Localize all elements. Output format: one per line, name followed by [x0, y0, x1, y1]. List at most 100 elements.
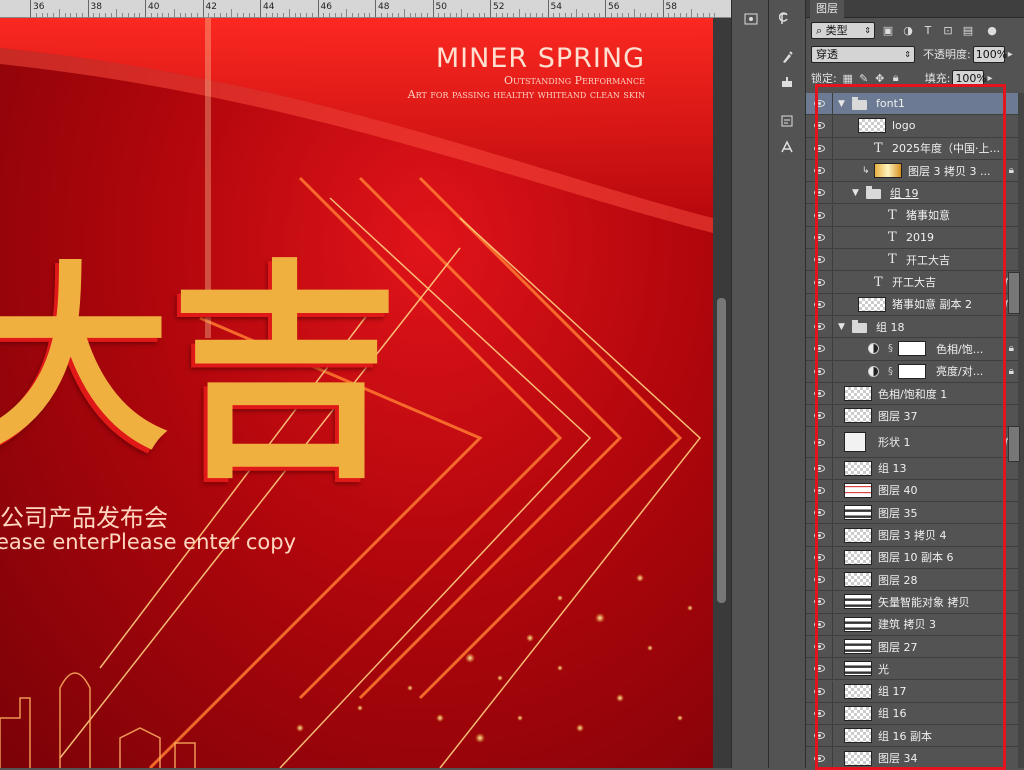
canvas-scroll-thumb[interactable] [717, 298, 726, 603]
document-canvas-area[interactable]: 36 38 40 42 44 46 48 50 52 54 56 58 MINE… [0, 0, 731, 768]
layer-group-row[interactable]: ▼ 组 18 [806, 316, 1018, 339]
visibility-toggle[interactable] [806, 405, 833, 427]
layer-row[interactable]: T 开工大吉 [806, 249, 1018, 272]
layer-row[interactable]: 形状 1fx [806, 427, 1018, 458]
layer-name[interactable]: 图层 34 [878, 750, 918, 766]
layer-name[interactable]: 形状 1 [878, 434, 911, 450]
visibility-toggle[interactable] [806, 479, 833, 502]
layer-row[interactable]: T开工大吉fx [806, 271, 1018, 294]
visibility-toggle[interactable] [806, 93, 833, 115]
visibility-toggle[interactable] [806, 569, 833, 591]
layer-name[interactable]: 色相/饱... [936, 341, 983, 357]
filter-type-icon[interactable]: T [921, 23, 935, 37]
layer-row[interactable]: 组 17 [806, 680, 1018, 703]
layer-name[interactable]: font1 [876, 97, 905, 110]
filter-pixel-icon[interactable]: ▣ [881, 23, 895, 37]
layer-name[interactable]: 矢量智能对象 拷贝 [878, 594, 970, 610]
layer-name[interactable]: 组 17 [878, 683, 907, 699]
opacity-slider-arrow-icon[interactable]: ▸ [1008, 49, 1013, 60]
chevron-down-icon[interactable]: ▼ [838, 322, 845, 332]
lock-all-icon[interactable]: 🔒︎ [889, 71, 903, 85]
chevron-down-icon[interactable]: ▼ [838, 99, 845, 109]
layer-name[interactable]: 2019 [906, 231, 934, 244]
layer-list-scroll-thumb-lower[interactable] [1008, 426, 1020, 462]
history-panel-icon[interactable] [776, 8, 798, 30]
layer-list[interactable]: ▼ font1 logo T 2025年度（中国·上... ↳ 图层 3 拷贝 3 ... 🔒… [806, 93, 1018, 768]
visibility-toggle[interactable] [806, 382, 833, 405]
filter-toggle-icon[interactable]: ● [985, 23, 999, 37]
layer-row[interactable]: 图层 27 [806, 635, 1018, 659]
lock-transparent-pixels-icon[interactable]: ▦ [841, 71, 855, 85]
layer-row[interactable]: 图层 35 [806, 502, 1018, 525]
visibility-toggle[interactable] [806, 524, 833, 546]
layer-name[interactable]: 图层 28 [878, 572, 918, 588]
visibility-toggle[interactable] [806, 293, 833, 315]
layer-row[interactable]: 图层 34 [806, 747, 1018, 768]
visibility-toggle[interactable] [806, 316, 833, 338]
layer-group-row[interactable]: ▼ 组 19 [806, 182, 1018, 205]
layer-row[interactable]: 组 13 [806, 457, 1018, 480]
layer-name[interactable]: 亮度/对... [936, 363, 983, 379]
layer-name[interactable]: 2025年度（中国·上... [892, 140, 1000, 156]
layer-row[interactable]: 建筑 拷贝 3 [806, 613, 1018, 636]
layer-name[interactable]: 图层 10 副本 6 [878, 549, 954, 565]
layer-name[interactable]: 开工大吉 [892, 274, 936, 290]
layer-mask-thumbnail[interactable] [898, 341, 926, 357]
chevron-down-icon[interactable]: ▼ [852, 188, 859, 198]
layer-row[interactable]: 图层 28 [806, 569, 1018, 592]
opacity-input[interactable]: 100% [972, 45, 1007, 63]
visibility-toggle[interactable] [806, 725, 833, 747]
visibility-toggle[interactable] [806, 680, 833, 702]
layer-row[interactable]: § 亮度/对... 🔒︎ [806, 360, 1018, 383]
visibility-toggle[interactable] [806, 658, 833, 680]
layer-row[interactable]: logo [806, 115, 1018, 138]
layer-row[interactable]: 图层 37 [806, 405, 1018, 428]
visibility-toggle[interactable] [806, 457, 833, 479]
visibility-toggle[interactable] [806, 249, 833, 271]
blend-mode-dropdown[interactable]: 穿透 ⇕ [811, 45, 915, 63]
layer-name[interactable]: 组 19 [890, 185, 919, 201]
visibility-toggle[interactable] [806, 502, 833, 524]
layer-mask-thumbnail[interactable] [898, 363, 926, 379]
layer-name[interactable]: 图层 40 [878, 482, 918, 498]
fill-input[interactable]: 100% [952, 69, 987, 87]
layer-row[interactable]: 色相/饱和度 1 [806, 382, 1018, 406]
layer-name[interactable]: 色相/饱和度 1 [878, 386, 947, 402]
fill-slider-arrow-icon[interactable]: ▸ [987, 73, 992, 84]
layer-row[interactable]: § 色相/饱... 🔒︎ [806, 338, 1018, 361]
visibility-toggle[interactable] [806, 635, 833, 658]
visibility-toggle[interactable] [806, 702, 833, 725]
lock-position-icon[interactable]: ✥ [873, 71, 887, 85]
layer-name[interactable]: 组 16 [878, 705, 907, 721]
layer-row[interactable]: T 2025年度（中国·上... [806, 137, 1018, 160]
layer-row[interactable]: 图层 3 拷贝 4 [806, 524, 1018, 547]
layer-row[interactable]: 矢量智能对象 拷贝 [806, 591, 1018, 614]
canvas-vertical-scrollbar[interactable] [713, 18, 731, 768]
visibility-toggle[interactable] [806, 204, 833, 226]
filter-shape-icon[interactable]: ⊡ [941, 23, 955, 37]
visibility-toggle[interactable] [806, 226, 833, 249]
visibility-toggle[interactable] [806, 182, 833, 204]
layer-row[interactable]: ↳ 图层 3 拷贝 3 ... 🔒︎ [806, 159, 1018, 183]
layer-name[interactable]: 猪事如意 [906, 207, 950, 223]
visibility-toggle[interactable] [806, 271, 833, 293]
visibility-toggle[interactable] [806, 338, 833, 360]
layer-name[interactable]: 图层 37 [878, 408, 918, 424]
visibility-toggle[interactable] [806, 427, 833, 457]
character-panel-icon[interactable] [776, 136, 798, 158]
visibility-toggle[interactable] [806, 360, 833, 382]
layer-row[interactable]: 图层 40 [806, 479, 1018, 503]
brush-presets-icon[interactable] [776, 46, 798, 68]
poster-artboard[interactable]: MINER SPRING Outstanding Performance Art… [0, 18, 713, 768]
tab-layers[interactable]: 图层 [810, 0, 844, 18]
layer-name[interactable]: 光 [878, 661, 889, 677]
visibility-toggle[interactable] [806, 591, 833, 613]
filter-kind-dropdown[interactable]: ⌕ 类型 ⇕ [811, 21, 875, 39]
layer-name[interactable]: 图层 3 拷贝 3 ... [908, 163, 990, 179]
visibility-toggle[interactable] [806, 546, 833, 568]
clone-source-icon[interactable] [776, 72, 798, 94]
lock-image-pixels-icon[interactable]: ✎ [857, 71, 871, 85]
visibility-toggle[interactable] [806, 159, 833, 182]
panel-icon-libraries-icon[interactable] [740, 8, 762, 30]
filter-adjustment-icon[interactable]: ◑ [901, 23, 915, 37]
